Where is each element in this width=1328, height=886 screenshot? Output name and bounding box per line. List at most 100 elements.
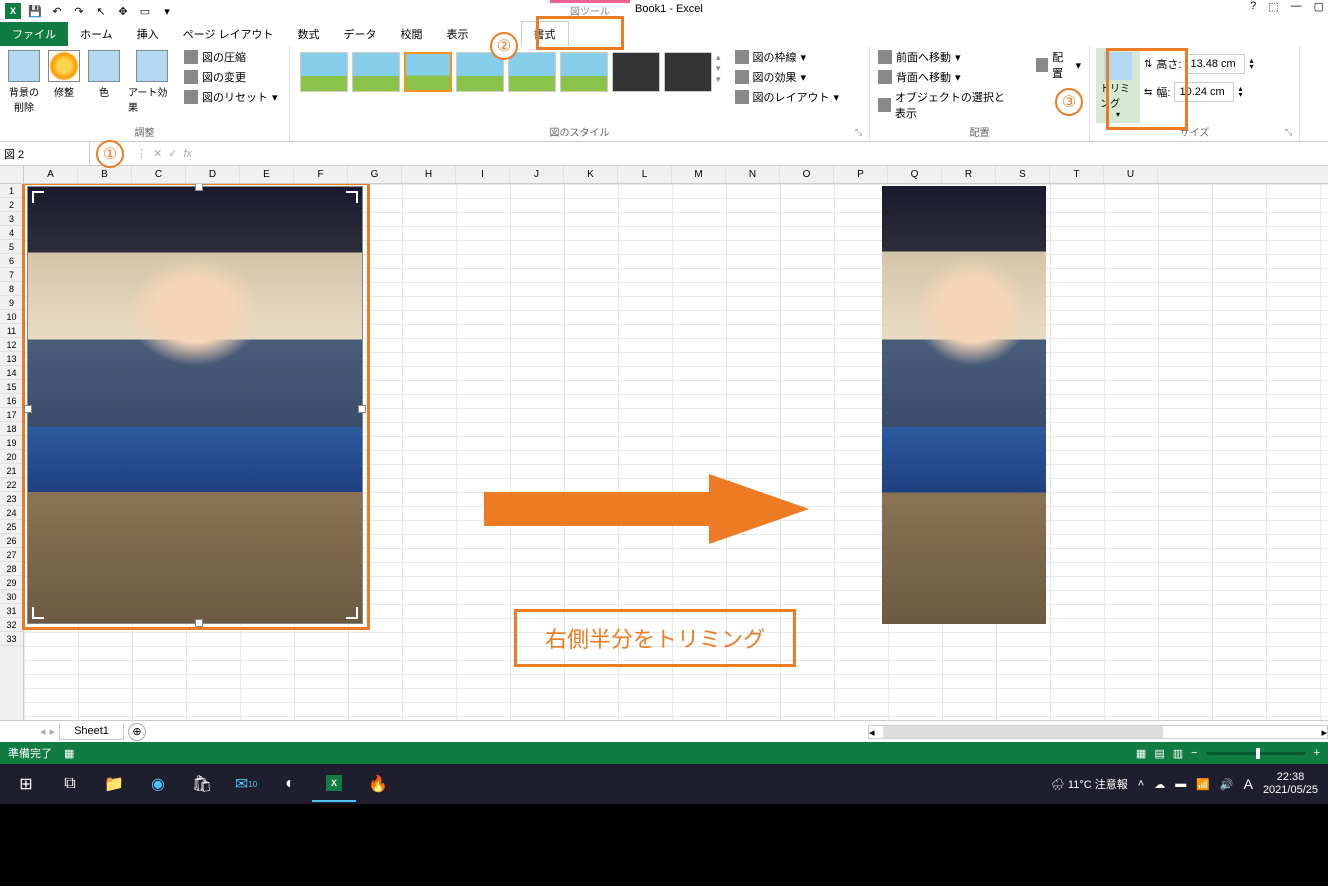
row-header-28[interactable]: 28 bbox=[0, 562, 23, 576]
art-effects-button[interactable]: アート効果 bbox=[126, 48, 178, 116]
trim-button[interactable]: トリミング ▾ bbox=[1096, 48, 1140, 123]
size-launcher[interactable]: ⤡ bbox=[1285, 127, 1297, 139]
undo-icon[interactable]: ↶ bbox=[48, 2, 66, 20]
row-header-21[interactable]: 21 bbox=[0, 464, 23, 478]
row-header-30[interactable]: 30 bbox=[0, 590, 23, 604]
col-header-S[interactable]: S bbox=[996, 166, 1050, 183]
taskview-icon[interactable]: ⧉ bbox=[48, 766, 92, 802]
add-sheet-button[interactable]: ⊕ bbox=[128, 723, 146, 741]
picture-2-cropped[interactable] bbox=[882, 186, 1046, 624]
color-button[interactable]: 色 bbox=[86, 48, 122, 101]
row-header-15[interactable]: 15 bbox=[0, 380, 23, 394]
row-header-12[interactable]: 12 bbox=[0, 338, 23, 352]
row-header-2[interactable]: 2 bbox=[0, 198, 23, 212]
store-icon[interactable]: 🛍 bbox=[180, 766, 224, 802]
col-header-D[interactable]: D bbox=[186, 166, 240, 183]
col-header-R[interactable]: R bbox=[942, 166, 996, 183]
volume-icon[interactable]: 🔊 bbox=[1220, 778, 1234, 791]
tab-formula[interactable]: 数式 bbox=[286, 22, 332, 46]
style-thumb-6[interactable] bbox=[560, 52, 608, 92]
tab-insert[interactable]: 挿入 bbox=[125, 22, 171, 46]
rect-icon[interactable]: ▭ bbox=[136, 2, 154, 20]
row-header-26[interactable]: 26 bbox=[0, 534, 23, 548]
col-header-N[interactable]: N bbox=[726, 166, 780, 183]
row-header-31[interactable]: 31 bbox=[0, 604, 23, 618]
row-header-17[interactable]: 17 bbox=[0, 408, 23, 422]
col-header-O[interactable]: O bbox=[780, 166, 834, 183]
more-icon[interactable]: ⋮ bbox=[136, 147, 147, 160]
row-header-27[interactable]: 27 bbox=[0, 548, 23, 562]
handle-b[interactable] bbox=[195, 619, 203, 627]
row-header-23[interactable]: 23 bbox=[0, 492, 23, 506]
row-header-5[interactable]: 5 bbox=[0, 240, 23, 254]
width-input[interactable] bbox=[1174, 82, 1234, 102]
accept-fx-icon[interactable]: ✓ bbox=[168, 147, 177, 160]
col-header-U[interactable]: U bbox=[1104, 166, 1158, 183]
tab-view[interactable]: 表示 bbox=[435, 22, 481, 46]
touch-icon[interactable]: ✥ bbox=[114, 2, 132, 20]
send-back-button[interactable]: 背面へ移動 ▾ bbox=[876, 68, 1018, 86]
explorer-icon[interactable]: 📁 bbox=[92, 766, 136, 802]
corrections-button[interactable]: 修整 bbox=[46, 48, 82, 101]
row-header-13[interactable]: 13 bbox=[0, 352, 23, 366]
cancel-fx-icon[interactable]: ✕ bbox=[153, 147, 162, 160]
view-layout-icon[interactable]: ▤ bbox=[1154, 747, 1164, 760]
col-header-A[interactable]: A bbox=[24, 166, 78, 183]
row-header-20[interactable]: 20 bbox=[0, 450, 23, 464]
col-header-P[interactable]: P bbox=[834, 166, 888, 183]
excel-taskbar-icon[interactable]: X bbox=[312, 766, 356, 802]
pointer-icon[interactable]: ↖ bbox=[92, 2, 110, 20]
row-header-9[interactable]: 9 bbox=[0, 296, 23, 310]
minimize-button[interactable]: — bbox=[1291, 0, 1302, 13]
name-box[interactable]: 図 2 bbox=[0, 142, 90, 165]
row-header-10[interactable]: 10 bbox=[0, 310, 23, 324]
tray-chevron-icon[interactable]: ˄ bbox=[1138, 778, 1144, 790]
hscroll[interactable]: ◂ ▸ bbox=[868, 725, 1328, 739]
row-header-6[interactable]: 6 bbox=[0, 254, 23, 268]
selection-pane-button[interactable]: オブジェクトの選択と表示 bbox=[876, 88, 1018, 122]
pic-effects-button[interactable]: 図の効果 ▾ bbox=[733, 68, 842, 86]
col-header-K[interactable]: K bbox=[564, 166, 618, 183]
reset-pic-button[interactable]: 図のリセット ▾ bbox=[182, 88, 280, 106]
row-header-7[interactable]: 7 bbox=[0, 268, 23, 282]
col-header-M[interactable]: M bbox=[672, 166, 726, 183]
row-header-3[interactable]: 3 bbox=[0, 212, 23, 226]
help-button[interactable]: ? bbox=[1250, 0, 1256, 13]
col-header-L[interactable]: L bbox=[618, 166, 672, 183]
row-header-32[interactable]: 32 bbox=[0, 618, 23, 632]
row-header-25[interactable]: 25 bbox=[0, 520, 23, 534]
compress-button[interactable]: 図の圧縮 bbox=[182, 48, 280, 66]
view-break-icon[interactable]: ▥ bbox=[1173, 747, 1183, 760]
bring-fwd-button[interactable]: 前面へ移動 ▾ bbox=[876, 48, 1018, 66]
start-button[interactable]: ⊞ bbox=[4, 766, 48, 802]
picture-1[interactable] bbox=[27, 186, 363, 624]
style-thumb-7[interactable] bbox=[612, 52, 660, 92]
fx-icon[interactable]: fx bbox=[183, 148, 192, 160]
maximize-button[interactable]: ▢ bbox=[1314, 0, 1324, 13]
col-header-H[interactable]: H bbox=[402, 166, 456, 183]
zoom-in-button[interactable]: + bbox=[1314, 747, 1320, 759]
edge-icon[interactable]: ◉ bbox=[136, 766, 180, 802]
row-header-8[interactable]: 8 bbox=[0, 282, 23, 296]
sheet-tab-1[interactable]: Sheet1 bbox=[59, 723, 124, 740]
select-all-corner[interactable] bbox=[0, 166, 24, 183]
remove-bg-button[interactable]: 背景の 削除 bbox=[6, 48, 42, 116]
row-header-4[interactable]: 4 bbox=[0, 226, 23, 240]
handle-t[interactable] bbox=[195, 184, 203, 191]
row-header-24[interactable]: 24 bbox=[0, 506, 23, 520]
style-thumb-5[interactable] bbox=[508, 52, 556, 92]
col-header-Q[interactable]: Q bbox=[888, 166, 942, 183]
col-header-J[interactable]: J bbox=[510, 166, 564, 183]
handle-r[interactable] bbox=[358, 405, 366, 413]
tab-home[interactable]: ホーム bbox=[68, 22, 125, 46]
tab-layout[interactable]: ページ レイアウト bbox=[171, 22, 286, 46]
tab-file[interactable]: ファイル bbox=[0, 22, 68, 46]
row-header-11[interactable]: 11 bbox=[0, 324, 23, 338]
macro-icon[interactable]: ▦ bbox=[64, 747, 74, 760]
col-header-G[interactable]: G bbox=[348, 166, 402, 183]
col-header-E[interactable]: E bbox=[240, 166, 294, 183]
style-thumb-3[interactable] bbox=[404, 52, 452, 92]
row-header-19[interactable]: 19 bbox=[0, 436, 23, 450]
worksheet-grid[interactable]: 1234567891011121314151617181920212223242… bbox=[0, 184, 1328, 720]
view-normal-icon[interactable]: ▦ bbox=[1136, 747, 1146, 760]
